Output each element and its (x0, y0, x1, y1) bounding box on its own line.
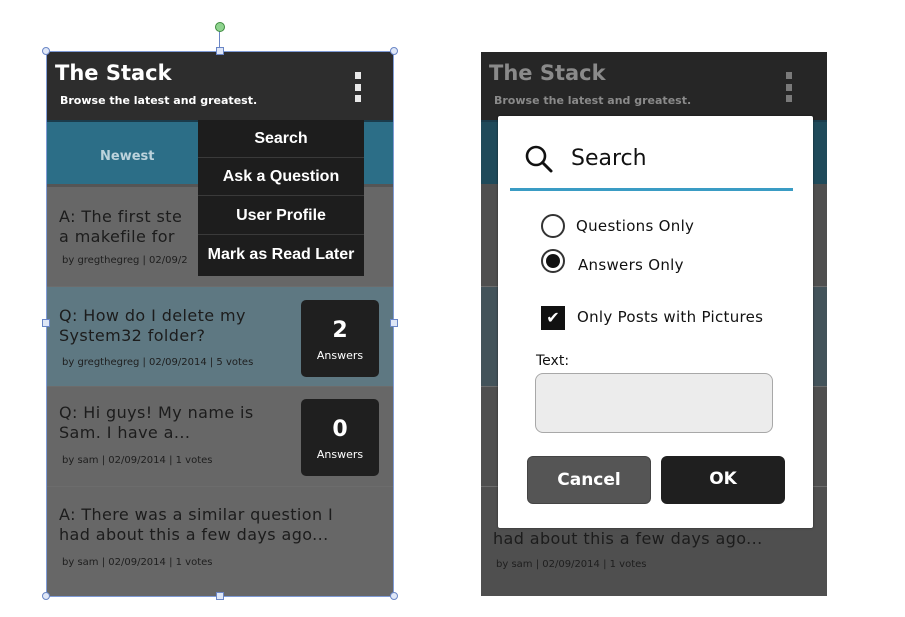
cancel-button[interactable]: Cancel (527, 456, 651, 504)
search-text-input[interactable] (535, 373, 773, 433)
radio-questions-only[interactable] (541, 214, 565, 238)
more-vertical-icon (786, 72, 794, 102)
checkbox-label-only-pictures: Only Posts with Pictures (577, 308, 764, 326)
dialog-title: Search (571, 146, 647, 171)
selection-frame (46, 51, 394, 597)
radio-label-questions-only: Questions Only (576, 217, 695, 235)
rotation-stem (219, 31, 220, 48)
app-title: The Stack (489, 61, 606, 85)
row-meta: by sam | 02/09/2014 | 1 votes (496, 559, 647, 570)
search-icon (525, 145, 553, 173)
app-bar: The Stack Browse the latest and greatest… (481, 52, 827, 122)
resize-handle-bottom[interactable] (216, 592, 224, 600)
resize-handle-right[interactable] (390, 319, 398, 327)
rotation-handle[interactable] (215, 22, 225, 32)
design-canvas: The Stack Browse the latest and greatest… (0, 0, 905, 617)
ok-button[interactable]: OK (661, 456, 785, 504)
resize-handle-bottom-right[interactable] (390, 592, 398, 600)
resize-handle-bottom-left[interactable] (42, 592, 50, 600)
resize-handle-top[interactable] (216, 47, 224, 55)
app-subtitle: Browse the latest and greatest. (494, 94, 692, 107)
text-field-label: Text: (536, 353, 570, 369)
checkbox-only-pictures[interactable]: ✔ (541, 306, 565, 330)
search-dialog: Search Questions Only Answers Only ✔ Onl… (498, 116, 813, 528)
resize-handle-left[interactable] (42, 319, 50, 327)
resize-handle-top-right[interactable] (390, 47, 398, 55)
radio-label-answers-only: Answers Only (578, 256, 684, 274)
row-title-line2: had about this a few days ago... (493, 529, 763, 548)
title-divider (510, 188, 793, 191)
resize-handle-top-left[interactable] (42, 47, 50, 55)
radio-answers-only[interactable] (541, 249, 565, 273)
